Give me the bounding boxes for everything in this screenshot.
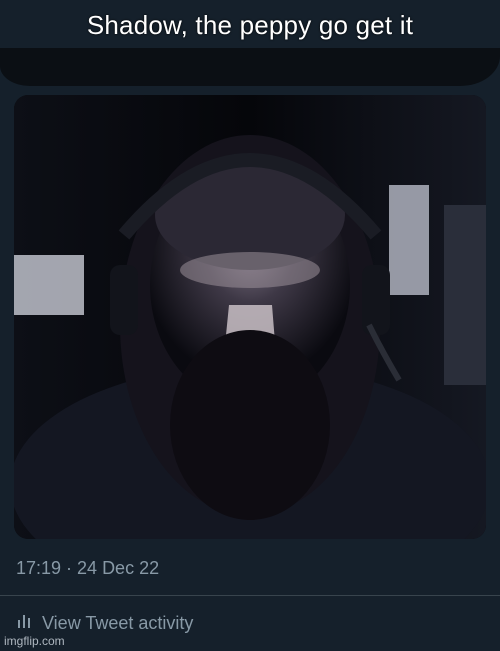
meme-caption: Shadow, the peppy go get it <box>86 10 414 40</box>
bar-chart-icon <box>16 612 34 635</box>
imgflip-watermark: imgflip.com <box>4 634 65 648</box>
redaction-scribble <box>0 48 500 86</box>
hooded-figure-photo <box>14 95 486 539</box>
tweet-timestamp[interactable]: 17:19 · 24 Dec 22 <box>16 558 159 579</box>
activity-label: View Tweet activity <box>42 613 194 633</box>
divider <box>0 595 500 596</box>
view-tweet-activity-link[interactable]: View Tweet activity <box>16 612 193 635</box>
tweet-photo[interactable] <box>14 95 486 539</box>
